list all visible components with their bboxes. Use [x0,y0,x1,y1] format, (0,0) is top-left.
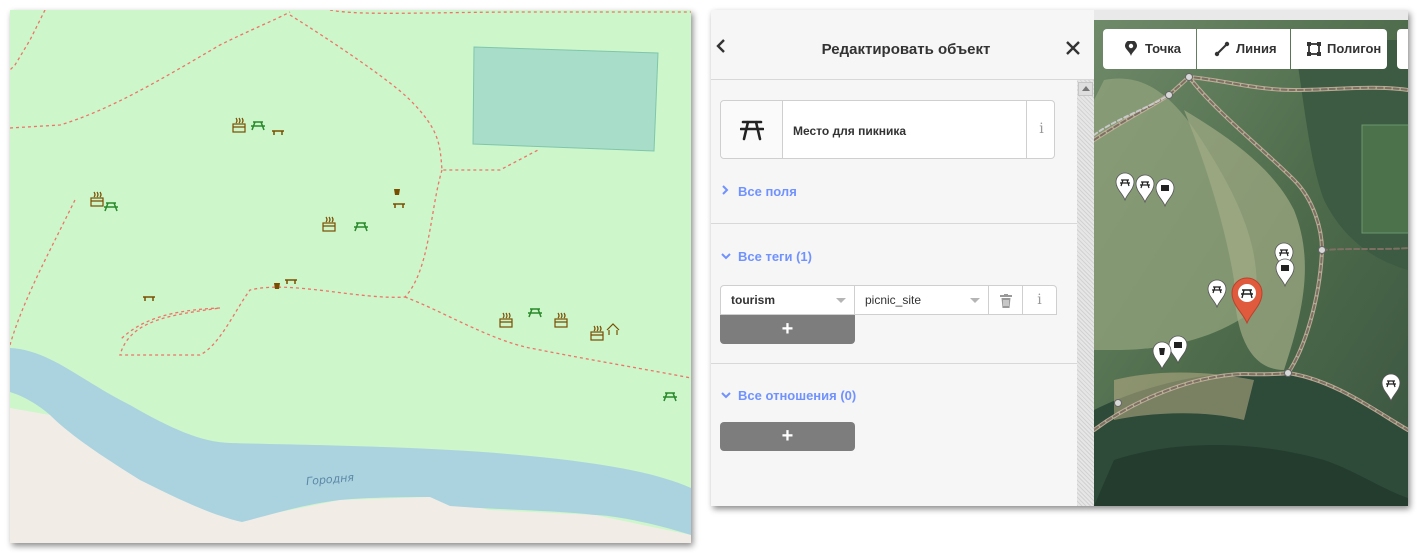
toolbar-overflow-button[interactable] [1397,29,1408,69]
tag-key-input[interactable]: tourism [720,285,855,315]
sidebar-scrollbar[interactable] [1077,80,1094,506]
area-icon [1307,42,1321,56]
inspector-sidebar: Редактировать объект Место для пикника i [711,10,1094,506]
trash-icon [1000,294,1012,308]
inspector-header: Редактировать объект [711,10,1094,80]
line-icon [1214,41,1230,57]
all-relations-toggle[interactable]: Все отношения (0) [720,388,856,403]
satellite-map[interactable] [1094,20,1408,506]
tag-key-value: tourism [731,293,776,307]
all-tags-label: Все теги (1) [738,249,812,264]
all-relations-label: Все отношения (0) [738,388,857,403]
all-fields-label: Все поля [738,184,797,199]
add-tag-button[interactable]: + [720,315,855,344]
satellite-canvas [1094,20,1408,506]
preset-icon-cell [721,101,783,158]
top-bar-strip [1094,10,1408,20]
inspector-title: Редактировать объект [821,41,991,58]
inspector-body: Место для пикника i Все поля Все теги (1… [711,80,1077,506]
tag-info-button[interactable]: i [1023,285,1057,315]
waste-basket-icon [394,189,400,195]
add-line-button[interactable]: Линия [1197,29,1290,69]
delete-tag-button[interactable] [989,285,1023,315]
section-divider [711,363,1077,364]
map-canvas [10,10,691,543]
add-point-button[interactable]: Точка [1103,29,1196,69]
tag-value-input[interactable]: picnic_site [855,285,989,315]
waste-basket-icon [274,283,280,289]
caret-down-icon[interactable] [970,298,980,303]
section-divider [711,223,1077,224]
point-icon [1125,41,1137,56]
preset-name: Место для пикника [793,124,907,138]
tag-value-text: picnic_site [865,293,922,307]
add-area-button[interactable]: Полигон [1291,29,1387,69]
preset-selector[interactable]: Место для пикника i [720,100,1055,159]
chevron-down-icon [720,388,732,403]
add-line-label: Линия [1236,41,1277,56]
add-area-label: Полигон [1327,41,1382,56]
osm-map-view[interactable]: Городня [10,10,691,543]
add-relation-button[interactable]: + [720,422,855,451]
close-icon[interactable] [1063,38,1083,58]
tag-row: tourism picnic_site i [720,285,1057,315]
id-editor-window: Точка Линия Полигон Редактировать объект [711,10,1408,506]
caret-down-icon[interactable] [836,298,846,303]
all-fields-toggle[interactable]: Все поля [720,184,797,199]
chevron-down-icon [720,249,732,264]
all-tags-toggle[interactable]: Все теги (1) [720,249,812,264]
back-chevron-icon[interactable] [711,34,731,58]
chevron-right-icon [720,184,732,199]
preset-info-button[interactable]: i [1026,101,1056,158]
add-point-label: Точка [1145,41,1182,56]
scroll-up-arrow-icon[interactable] [1078,82,1093,96]
pond-area [472,46,659,152]
picnic-table-icon [740,120,764,141]
